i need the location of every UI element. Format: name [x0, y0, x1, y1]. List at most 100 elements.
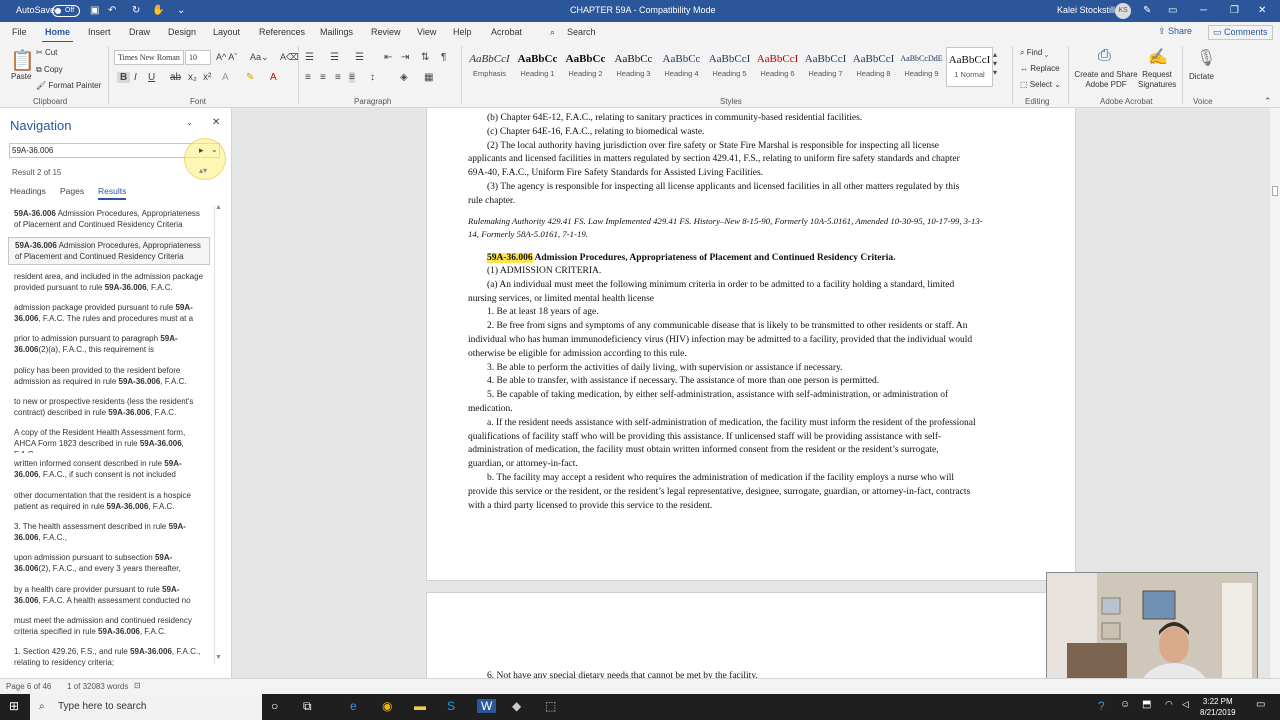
font-color-icon[interactable]: A: [270, 72, 277, 83]
people-icon[interactable]: ☺: [1120, 699, 1130, 710]
tab-file[interactable]: File: [12, 27, 27, 37]
collapse-ribbon-icon[interactable]: ⌃: [1264, 96, 1272, 107]
create-pdf-button[interactable]: Create and Share Adobe PDF: [1074, 70, 1138, 90]
notifications-icon[interactable]: ▭: [1256, 699, 1265, 710]
app-icon[interactable]: ◆: [512, 699, 521, 713]
scroll-up-icon[interactable]: ▲: [215, 204, 222, 211]
sort-icon[interactable]: ⇅: [421, 52, 429, 63]
tab-insert[interactable]: Insert: [88, 27, 111, 37]
ribbon-display-icon[interactable]: ▭: [1168, 5, 1177, 16]
close-pane-icon[interactable]: ✕: [212, 117, 220, 128]
tab-mailings[interactable]: Mailings: [320, 27, 353, 37]
align-left-icon[interactable]: ≡: [305, 72, 311, 83]
select-button[interactable]: ⬚ Select ⌄: [1020, 80, 1061, 89]
scroll-down-icon[interactable]: ▼: [215, 654, 222, 661]
paste-icon[interactable]: 📋: [10, 48, 35, 73]
style-heading-6[interactable]: AaBbCcI Heading 6: [754, 47, 801, 87]
file-explorer-icon[interactable]: ▬: [414, 699, 426, 713]
document-page[interactable]: (b) Chapter 64E-12, F.A.C., relating to …: [426, 108, 1076, 581]
superscript-icon[interactable]: x²: [203, 72, 211, 83]
decrease-indent-icon[interactable]: ⇤: [384, 52, 392, 63]
align-right-icon[interactable]: ≡: [335, 72, 341, 83]
microphone-icon[interactable]: 🎙: [1196, 48, 1216, 68]
copy-button[interactable]: ⧉ Copy: [36, 65, 63, 75]
chrome-icon[interactable]: ◉: [382, 699, 392, 713]
pdf-icon[interactable]: ⎙: [1098, 47, 1111, 65]
close-icon[interactable]: ✕: [1258, 5, 1266, 16]
list-item[interactable]: policy has been provided to the resident…: [8, 363, 210, 391]
highlight-icon[interactable]: ✎: [246, 72, 254, 83]
proofing-icon[interactable]: ⊡: [134, 681, 141, 690]
skype-icon[interactable]: S: [447, 699, 455, 713]
document-page-next[interactable]: 6. Not have any special dietary needs th…: [426, 592, 1076, 678]
borders-icon[interactable]: ▦: [424, 72, 433, 83]
list-item[interactable]: 59A-36.006 Admission Procedures, Appropr…: [8, 237, 210, 266]
style-heading-4[interactable]: AaBbCc Heading 4: [658, 47, 705, 87]
document-scrollbar[interactable]: [1270, 108, 1280, 678]
replace-button[interactable]: ↔ Replace: [1020, 64, 1060, 73]
pane-options-icon[interactable]: ⌄: [186, 118, 193, 127]
style-heading-7[interactable]: AaBbCcI Heading 7: [802, 47, 849, 87]
style-emphasis[interactable]: AaBbCcI Emphasis: [466, 47, 513, 87]
cortana-icon[interactable]: ○: [271, 699, 278, 713]
system-clock[interactable]: 3:22 PM 8/21/2019: [1200, 696, 1236, 718]
save-icon[interactable]: ▣: [90, 5, 99, 16]
change-case-icon[interactable]: Aa⌄: [250, 52, 269, 63]
results-scrollbar[interactable]: ▲ ▼: [214, 204, 222, 664]
cut-button[interactable]: ✂ Cut: [36, 48, 57, 57]
list-item[interactable]: upon admission pursuant to subsection 59…: [8, 550, 210, 578]
list-item[interactable]: other documentation that the resident is…: [8, 488, 210, 516]
list-item[interactable]: resident area, and included in the admis…: [8, 269, 210, 297]
tab-view[interactable]: View: [417, 27, 436, 37]
pen-icon[interactable]: ✎: [1143, 5, 1151, 16]
tab-acrobat[interactable]: Acrobat: [491, 27, 522, 37]
volume-icon[interactable]: ◁: [1182, 699, 1189, 710]
page-count[interactable]: Page 6 of 46: [6, 682, 51, 691]
strikethrough-icon[interactable]: ab: [170, 72, 181, 83]
list-item[interactable]: admission package provided pursuant to r…: [8, 300, 210, 328]
italic-icon[interactable]: I: [134, 72, 137, 83]
search-box[interactable]: Search: [567, 27, 596, 37]
justify-icon[interactable]: ≡: [349, 72, 355, 83]
align-center-icon[interactable]: ≡: [320, 72, 326, 83]
tab-pages[interactable]: Pages: [60, 186, 84, 196]
restore-icon[interactable]: ❐: [1230, 5, 1239, 16]
tab-help[interactable]: Help: [453, 27, 472, 37]
touch-mode-icon[interactable]: ✋: [152, 5, 164, 16]
wifi-icon[interactable]: ◠: [1165, 699, 1173, 710]
tray-icon[interactable]: ⬒: [1142, 699, 1151, 710]
find-button[interactable]: ⌕ Find ⌄: [1020, 48, 1048, 58]
autosave-toggle[interactable]: Off: [52, 5, 80, 17]
list-item[interactable]: by a health care provider pursuant to ru…: [8, 582, 210, 610]
style-heading-8[interactable]: AaBbCcI Heading 8: [850, 47, 897, 87]
bullets-icon[interactable]: ☰: [305, 52, 314, 63]
underline-icon[interactable]: U: [148, 72, 155, 83]
subscript-icon[interactable]: x₂: [188, 72, 197, 83]
increase-indent-icon[interactable]: ⇥: [401, 52, 409, 63]
list-item[interactable]: must meet the admission and continued re…: [8, 613, 210, 641]
dictate-button[interactable]: Dictate: [1189, 72, 1214, 81]
clear-format-icon[interactable]: A⌫: [280, 52, 299, 63]
next-result-icon[interactable]: ▸: [199, 145, 204, 156]
edge-icon[interactable]: e: [350, 699, 357, 713]
numbering-icon[interactable]: ☰: [330, 52, 339, 63]
redo-icon[interactable]: ↻: [132, 5, 140, 16]
customize-qa-icon[interactable]: ⌄: [177, 5, 185, 16]
share-button[interactable]: ⇪ Share: [1158, 26, 1192, 37]
font-name-box[interactable]: Times New Roman: [114, 50, 184, 65]
list-item[interactable]: written informed consent described in ru…: [8, 456, 210, 484]
scroll-thumb[interactable]: [1272, 186, 1278, 196]
bold-icon[interactable]: B: [117, 72, 131, 83]
tab-design[interactable]: Design: [168, 27, 196, 37]
avatar[interactable]: KS: [1115, 3, 1131, 19]
search-options-icon[interactable]: ⌄: [211, 145, 218, 154]
tab-results[interactable]: Results: [98, 186, 127, 200]
line-spacing-icon[interactable]: ↕: [370, 72, 375, 83]
styles-scroll-icon[interactable]: ▴ ▾ ▾: [993, 50, 997, 77]
style-heading-1[interactable]: AaBbCc Heading 1: [514, 47, 561, 87]
comments-button[interactable]: ▭ Comments: [1208, 25, 1273, 40]
font-size-box[interactable]: 10: [185, 50, 211, 65]
grow-font-icon[interactable]: A^ Aˇ: [216, 52, 237, 62]
tab-headings[interactable]: Headings: [10, 186, 46, 196]
list-item[interactable]: 3. The health assessment described in ru…: [8, 519, 210, 547]
